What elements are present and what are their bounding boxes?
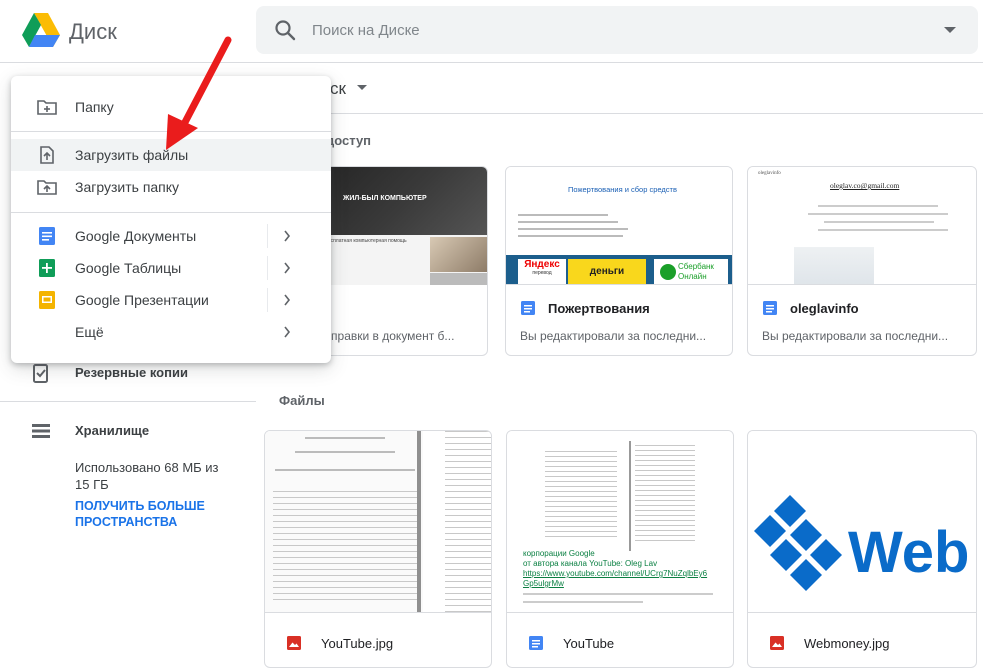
menu-item-label: Загрузить папку <box>75 179 180 195</box>
storage-usage: Использовано 68 МБ из 15 ГБ <box>75 460 219 492</box>
card-subtitle: Вы редактировали за последни... <box>762 329 949 343</box>
chevron-right-icon[interactable] <box>283 294 291 306</box>
webmoney-logo-icon <box>754 495 842 591</box>
thumb-heading: ЖИЛ-БЫЛ КОМПЬЮТЕР <box>343 195 427 202</box>
preview-line: https://www.youtube.com/channel/UCrg7NuZ… <box>523 569 708 578</box>
search-icon[interactable] <box>274 19 296 41</box>
menu-item-separator <box>267 256 268 280</box>
sberbank-logo: Сбербанк <box>678 262 714 271</box>
search-options-icon[interactable] <box>944 27 956 33</box>
files-section-title: Файлы <box>279 393 325 408</box>
menu-item-label: Google Презентации <box>75 292 209 308</box>
card-thumbnail: корпорации Google от автора канала YouTu… <box>507 431 733 613</box>
search-input[interactable] <box>312 6 912 54</box>
menu-item-more[interactable]: Ещё <box>11 316 331 348</box>
upgrade-storage-link[interactable]: ПОЛУЧИТЬ БОЛЬШЕ ПРОСТРАНСТВА <box>75 498 235 530</box>
header-divider <box>256 113 983 114</box>
google-docs-icon <box>763 301 777 315</box>
thumb-caption: бесплатная компьютерная помощь <box>325 238 407 244</box>
preview-line: корпорации Google <box>523 549 595 558</box>
menu-item-label: Google Документы <box>75 228 197 244</box>
backup-icon <box>33 364 48 383</box>
yandex-logo: Яндекс <box>524 259 560 270</box>
sidebar-item-label: Хранилище <box>75 423 150 438</box>
file-name: YouTube <box>563 636 615 651</box>
sidebar-item-label: Резервные копии <box>75 365 188 380</box>
sberbank-online-label: Онлайн <box>678 272 707 281</box>
sidebar-divider <box>0 401 256 402</box>
card-title: oleglavinfo <box>790 301 859 316</box>
menu-item-google-slides[interactable]: Google Презентации <box>11 284 331 316</box>
card-thumbnail <box>265 431 491 613</box>
google-slides-icon <box>39 291 55 309</box>
google-docs-icon <box>39 227 55 245</box>
chevron-down-icon[interactable] <box>357 85 367 90</box>
preview-line: от автора канала YouTube: Oleg Lav <box>523 559 658 568</box>
file-card[interactable]: YouTube.jpg <box>264 430 492 668</box>
menu-item-google-sheets[interactable]: Google Таблицы <box>11 252 331 284</box>
card-thumbnail: oleglavinfo oleglav.co@gmail.com <box>748 167 976 285</box>
menu-item-label: Ещё <box>75 324 104 340</box>
menu-divider <box>11 212 331 213</box>
menu-item-google-docs[interactable]: Google Документы <box>11 220 331 252</box>
quick-access-card[interactable]: oleglavinfo oleglav.co@gmail.com oleglav… <box>747 166 977 356</box>
chevron-right-icon[interactable] <box>283 230 291 242</box>
menu-item-separator <box>267 288 268 312</box>
menu-item-label: Папку <box>75 99 114 115</box>
red-annotation-arrow-icon <box>166 36 232 150</box>
yandex-money-logo: деньги <box>568 259 646 284</box>
new-folder-icon <box>37 100 57 115</box>
google-sheets-icon <box>39 259 55 277</box>
menu-item-upload-folder[interactable]: Загрузить папку <box>11 171 331 203</box>
card-thumbnail: Пожертвования и сбор средств Яндекс пере… <box>506 167 732 285</box>
storage-icon <box>32 424 50 438</box>
top-bar: Диск <box>0 0 983 63</box>
app-title[interactable]: Диск <box>69 19 117 45</box>
google-docs-icon <box>521 301 535 315</box>
file-name: Webmoney.jpg <box>804 636 890 651</box>
menu-item-separator <box>267 224 268 248</box>
quick-access-card[interactable]: Пожертвования и сбор средств Яндекс пере… <box>505 166 733 356</box>
quick-access-title: доступ <box>326 133 372 148</box>
sidebar-item-storage[interactable]: Хранилище <box>0 414 240 448</box>
thumb-heading: Пожертвования и сбор средств <box>568 185 677 194</box>
card-thumbnail: Web <box>748 431 976 613</box>
thumb-heading: oleglav.co@gmail.com <box>830 181 900 190</box>
yandex-transfer-label: перевод <box>532 270 552 276</box>
file-upload-icon <box>40 146 54 164</box>
google-drive-logo[interactable] <box>22 13 60 47</box>
image-file-icon <box>770 636 784 650</box>
card-subtitle: и правки в документ б... <box>321 329 455 343</box>
file-name: YouTube.jpg <box>321 636 394 651</box>
webmoney-wordmark: Web <box>848 520 970 585</box>
card-title: Пожертвования <box>548 301 650 316</box>
file-card[interactable]: корпорации Google от автора канала YouTu… <box>506 430 734 668</box>
google-docs-icon <box>529 636 543 650</box>
breadcrumb[interactable]: ск <box>330 79 346 99</box>
file-card[interactable]: Web Webmoney.jpg <box>747 430 977 668</box>
card-subtitle: Вы редактировали за последни... <box>520 329 707 343</box>
search-bar[interactable] <box>256 6 978 54</box>
image-file-icon <box>287 636 301 650</box>
chevron-right-icon[interactable] <box>283 326 291 338</box>
menu-item-label: Google Таблицы <box>75 260 182 276</box>
main-content: ск доступ ЖИЛ-БЫЛ КОМПЬЮТЕР бесплатная к… <box>256 63 983 671</box>
chevron-right-icon[interactable] <box>283 262 291 274</box>
preview-line: Gp5ulgrMw <box>523 579 564 588</box>
folder-upload-icon <box>37 180 57 195</box>
